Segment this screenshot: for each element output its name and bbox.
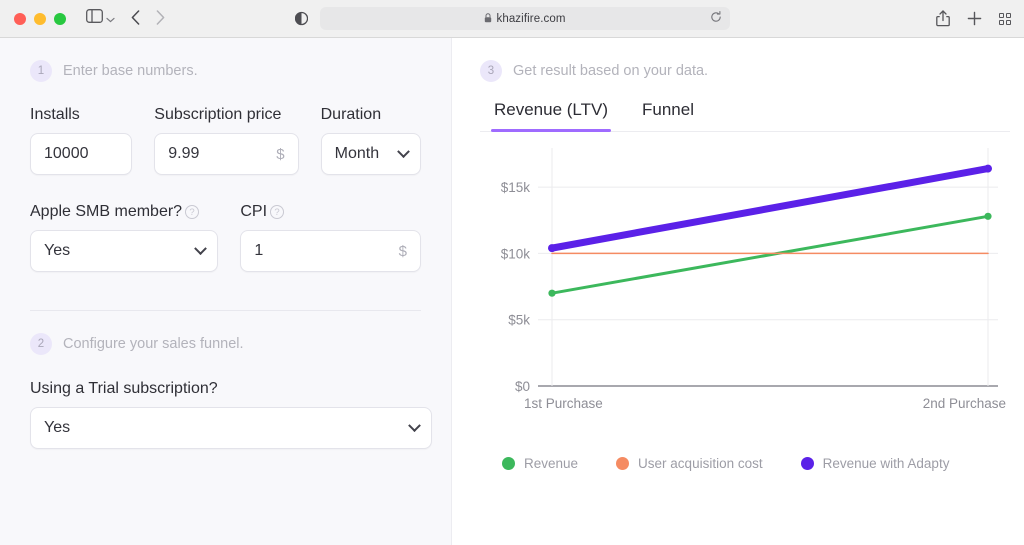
subscription-price-value: 9.99: [168, 145, 200, 162]
close-window-button[interactable]: [14, 12, 26, 25]
legend-swatch-icon: [502, 457, 515, 470]
subscription-price-field: Subscription price 9.99 $: [154, 106, 299, 175]
cpi-input[interactable]: 1 $: [240, 230, 421, 272]
chevron-down-icon: [194, 241, 208, 255]
navigation-buttons: [131, 9, 165, 28]
smb-cpi-row: Apple SMB member? ? Yes CPI ? 1 $: [30, 203, 421, 272]
plus-icon[interactable]: [967, 11, 982, 26]
back-button[interactable]: [131, 9, 140, 28]
reader-mode-icon[interactable]: [294, 11, 308, 26]
legend-label: Revenue with Adapty: [822, 456, 950, 471]
lock-icon: [484, 12, 492, 25]
input-panel: 1 Enter base numbers. Installs 10000 Sub…: [0, 38, 452, 545]
step-1-header: 1 Enter base numbers.: [30, 60, 421, 82]
result-tabs: Revenue (LTV) Funnel: [480, 100, 1010, 132]
subscription-price-label: Subscription price: [154, 106, 282, 123]
duration-value: Month: [334, 145, 380, 162]
y-axis-tick: $0: [515, 379, 530, 394]
forward-button[interactable]: [156, 9, 165, 28]
duration-select[interactable]: Month: [320, 133, 421, 175]
apple-smb-field: Apple SMB member? ? Yes: [30, 203, 219, 272]
installs-input[interactable]: 10000: [30, 133, 133, 175]
help-icon[interactable]: ?: [270, 205, 285, 219]
address-bar-area: khazifire.com: [294, 7, 730, 30]
chevron-down-icon: [408, 418, 421, 432]
sidebar-toggle-icon: [86, 9, 103, 28]
minimize-window-button[interactable]: [34, 12, 46, 25]
legend-label: User acquisition cost: [638, 456, 763, 471]
legend-label: Revenue: [524, 456, 579, 471]
currency-suffix: $: [276, 145, 285, 163]
revenue-chart-svg: $0 $5k $10k $15k 1st Purchase 2nd Purchase: [501, 148, 1006, 411]
x-axis-tick: 2nd Purchase: [923, 396, 1006, 411]
step-2-label: Configure your sales funnel.: [63, 336, 244, 352]
chart-legend: Revenue User acquisition cost Revenue with…: [480, 456, 1010, 471]
trial-field: Using a Trial subscription? Yes: [30, 380, 432, 449]
y-axis-tick: $15k: [501, 180, 531, 195]
cpi-field: CPI ? 1 $: [240, 203, 421, 272]
cpi-value: 1: [254, 242, 264, 259]
tab-overview-icon[interactable]: [999, 12, 1011, 25]
trial-label: Using a Trial subscription?: [30, 380, 218, 397]
cpi-label: CPI ?: [240, 203, 421, 221]
subscription-price-input[interactable]: 9.99 $: [154, 133, 299, 175]
browser-toolbar: khazifire.com: [0, 0, 1024, 38]
tab-funnel[interactable]: Funnel: [642, 100, 694, 131]
y-axis-tick: $10k: [501, 246, 531, 261]
chevron-down-icon: [106, 10, 115, 28]
legend-swatch-icon: [800, 457, 814, 470]
legend-item[interactable]: Revenue with Adapty: [800, 456, 950, 471]
result-panel: 3 Get result based on your data. Revenue…: [452, 38, 1024, 545]
address-bar[interactable]: khazifire.com: [320, 7, 730, 30]
base-numbers-row: Installs 10000 Subscription price 9.99 $…: [30, 106, 421, 175]
tab-revenue-ltv[interactable]: Revenue (LTV): [490, 100, 612, 132]
apple-smb-select[interactable]: Yes: [30, 230, 219, 272]
step-3-label: Get result based on your data.: [513, 63, 709, 79]
trial-select[interactable]: Yes: [30, 407, 432, 449]
section-divider: [30, 310, 421, 311]
step-3-header: 3 Get result based on your data.: [480, 60, 1010, 82]
help-icon[interactable]: ?: [185, 205, 200, 219]
toolbar-actions: [936, 10, 1011, 27]
legend-item[interactable]: Revenue: [502, 456, 578, 471]
sidebar-toggle-button[interactable]: [86, 9, 115, 28]
x-axis-tick: 1st Purchase: [524, 396, 603, 411]
browser-window: khazifire.com 1 Enter base numbers. Inst…: [0, 0, 1024, 545]
apple-smb-label: Apple SMB member? ?: [30, 203, 218, 221]
revenue-chart: $0 $5k $10k $15k 1st Purchase 2nd Purchase: [480, 142, 1010, 442]
duration-label: Duration: [320, 106, 382, 123]
cpi-label-text: CPI: [240, 203, 268, 220]
reload-icon[interactable]: [710, 11, 722, 26]
tab-funnel-label: Funnel: [642, 100, 694, 119]
apple-smb-label-text: Apple SMB member?: [30, 203, 183, 220]
tab-revenue-ltv-label: Revenue (LTV): [494, 100, 609, 119]
duration-field: Duration Month: [320, 106, 421, 175]
share-icon[interactable]: [936, 10, 950, 27]
step-1-badge: 1: [30, 60, 52, 82]
step-1-label: Enter base numbers.: [63, 63, 198, 79]
currency-suffix: $: [398, 242, 407, 260]
apple-smb-value: Yes: [44, 242, 71, 259]
page-content: 1 Enter base numbers. Installs 10000 Sub…: [0, 38, 1024, 545]
chevron-down-icon: [397, 144, 410, 158]
url-text: khazifire.com: [496, 12, 566, 25]
step-2-header: 2 Configure your sales funnel.: [30, 333, 421, 355]
installs-value: 10000: [44, 145, 89, 162]
step-3-badge: 3: [480, 60, 502, 82]
installs-field: Installs 10000: [30, 106, 133, 175]
legend-item[interactable]: User acquisition cost: [616, 456, 763, 471]
y-axis-tick: $5k: [508, 313, 530, 328]
maximize-window-button[interactable]: [54, 12, 66, 25]
window-controls: [14, 12, 66, 25]
trial-value: Yes: [44, 419, 71, 436]
installs-label: Installs: [30, 106, 80, 123]
legend-swatch-icon: [616, 457, 630, 470]
step-2-badge: 2: [30, 333, 52, 355]
